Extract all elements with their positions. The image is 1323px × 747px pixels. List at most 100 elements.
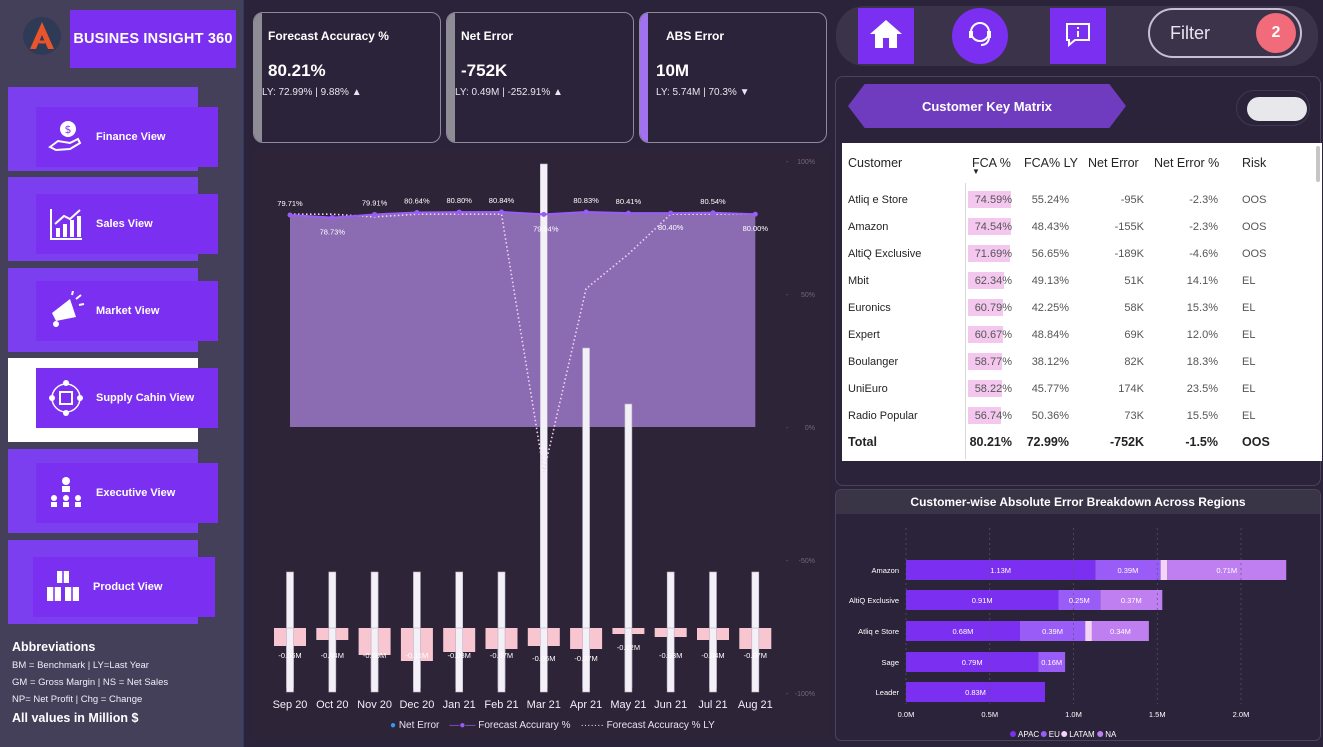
right-axis-tick: 0% xyxy=(805,425,815,432)
monthly-error-accuracy-chart: 100% -50% -0% - -50% - -100% - -0.06M -0.04M -0.09… xyxy=(253,150,830,740)
support-button[interactable] xyxy=(952,8,1008,64)
cell-customer: Boulanger xyxy=(848,355,899,368)
y-axis-tick: Leader xyxy=(876,688,900,697)
cell-risk: EL xyxy=(1242,382,1256,395)
info-icon xyxy=(1063,19,1093,54)
cell-net-error: 174K xyxy=(1118,382,1144,395)
nav-item-market[interactable]: Market View xyxy=(36,281,218,341)
filter-button[interactable]: Filter 2 xyxy=(1148,8,1302,58)
column-header-customer[interactable]: Customer xyxy=(848,156,902,170)
table-row[interactable]: UniEuro 58.22% 45.77% 174K 23.5% EL xyxy=(842,375,1312,402)
table-scrollbar[interactable] xyxy=(1316,146,1320,182)
cell-fca: 58.77% xyxy=(974,355,1012,368)
legend-item-net-error[interactable]: ● Net Error xyxy=(390,720,439,731)
fca-point[interactable] xyxy=(499,209,504,215)
filter-count-badge: 2 xyxy=(1256,13,1296,53)
table-row[interactable]: Radio Popular 56.74% 50.36% 73K 15.5% EL xyxy=(842,402,1312,429)
fca-point[interactable] xyxy=(668,210,674,216)
cell-fca: 62.34% xyxy=(974,274,1012,287)
cell-net-error: 82K xyxy=(1124,355,1144,368)
nav-item-finance[interactable]: $ Finance View xyxy=(36,107,218,167)
column-header-net-error[interactable]: Net Error xyxy=(1088,156,1139,170)
x-axis-tick: 2.0M xyxy=(1233,710,1250,719)
table-row[interactable]: Expert 60.67% 48.84% 69K 12.0% EL xyxy=(842,321,1312,348)
region-bar-label: 0.25M xyxy=(1069,596,1090,605)
net-error-label: -0.08M xyxy=(448,651,471,660)
sort-desc-icon[interactable]: ▼ xyxy=(972,167,980,176)
region-bar-label: 0.39M xyxy=(1042,627,1063,636)
legend-label[interactable]: APAC xyxy=(1018,730,1039,739)
kpi-value: -752K xyxy=(461,61,508,80)
legend-item-forecast-accuracy[interactable]: —●— Forecast Accurary % xyxy=(449,720,570,731)
column-header-net-error-pct[interactable]: Net Error % xyxy=(1154,156,1219,170)
fca-point[interactable] xyxy=(710,210,716,216)
table-row[interactable]: Euronics 60.79% 42.25% 58K 15.3% EL xyxy=(842,294,1312,321)
table-row[interactable]: Atliq e Store 74.59% 55.24% -95K -2.3% OOS xyxy=(842,186,1312,213)
nav-item-product[interactable]: Product View xyxy=(33,557,215,617)
legend-marker xyxy=(1061,731,1068,737)
column-header-risk[interactable]: Risk xyxy=(1242,156,1266,170)
table-row[interactable]: AltiQ Exclusive 71.69% 56.65% -189K -4.6% OOS xyxy=(842,240,1312,267)
x-axis-tick: Jun 21 xyxy=(654,699,687,711)
region-bar-segment[interactable] xyxy=(1085,621,1092,641)
cell-customer: Atliq e Store xyxy=(848,193,908,206)
cell-fca: 58.22% xyxy=(974,382,1012,395)
gridline-dot: - xyxy=(786,159,789,166)
abs-error-column-stem xyxy=(455,627,463,693)
cell-net-error-pct: 12.0% xyxy=(1186,328,1218,341)
legend-marker xyxy=(1010,731,1016,737)
table-row[interactable]: Amazon 74.54% 48.43% -155K -2.3% OOS xyxy=(842,213,1312,240)
fca-point[interactable] xyxy=(541,211,547,217)
x-axis-tick: Jan 21 xyxy=(443,699,476,711)
cell-risk: EL xyxy=(1242,301,1256,314)
fca-point[interactable] xyxy=(329,215,335,221)
fca-label: 79.71% xyxy=(277,199,303,208)
cell-fca-ly: 56.65% xyxy=(1031,247,1069,260)
fca-label: 79.94% xyxy=(533,224,559,233)
net-error-label: -0.06M xyxy=(278,651,301,660)
legend-label[interactable]: NA xyxy=(1105,730,1117,739)
fca-point[interactable] xyxy=(625,210,631,216)
kpi-card-net-error: Net Error -752K LY: 0.49M | -252.91% ▲ xyxy=(446,12,634,143)
right-axis-tick: 50% xyxy=(801,292,815,299)
legend-label[interactable]: LATAM xyxy=(1069,730,1095,739)
x-axis-tick: Apr 21 xyxy=(570,699,602,711)
fca-point[interactable] xyxy=(583,209,589,215)
kpi-value: 80.21% xyxy=(268,61,326,80)
legend-label[interactable]: EU xyxy=(1049,730,1060,739)
cell-customer: AltiQ Exclusive xyxy=(848,247,922,260)
legend-marker xyxy=(1040,731,1047,737)
nav-item-label: Supply Cahin View xyxy=(96,392,195,404)
cell-net-error: 69K xyxy=(1124,328,1144,341)
table-row[interactable]: Mbit 62.34% 49.13% 51K 14.1% EL xyxy=(842,267,1312,294)
legend-label: Net Error xyxy=(398,720,440,731)
toggle-knob[interactable] xyxy=(1247,97,1307,121)
net-error-label: -0.06M xyxy=(532,654,555,663)
column-header-fca-ly[interactable]: FCA% LY xyxy=(1024,156,1078,170)
nav-item-supply-chain[interactable]: Supply Cahin View xyxy=(36,368,218,428)
fca-point[interactable] xyxy=(287,212,293,218)
nav-item-executive[interactable]: Executive View xyxy=(36,463,218,523)
cell-fca-ly: 50.36% xyxy=(1031,409,1069,422)
fca-point[interactable] xyxy=(414,209,420,215)
fca-point[interactable] xyxy=(752,211,758,217)
net-error-label: -0.07M xyxy=(574,654,597,663)
team-hierarchy-icon xyxy=(36,473,96,513)
table-row[interactable]: Boulanger 58.77% 38.12% 82K 18.3% EL xyxy=(842,348,1312,375)
legend-item-forecast-accuracy-ly[interactable]: ······· Forecast Accuracy % LY xyxy=(580,720,714,731)
region-bar-segment[interactable] xyxy=(1160,560,1168,580)
table-header-row: Customer FCA % ▼ FCA% LY Net Error Net E… xyxy=(842,149,1312,177)
cell-fca: 71.69% xyxy=(974,247,1012,260)
fca-point[interactable] xyxy=(372,211,378,217)
home-button[interactable] xyxy=(858,8,914,64)
view-toggle[interactable] xyxy=(1236,90,1310,126)
fca-point[interactable] xyxy=(456,209,462,215)
nav-item-sales[interactable]: Sales View xyxy=(36,194,218,254)
y-axis-tick: Amazon xyxy=(871,566,899,575)
info-button[interactable] xyxy=(1050,8,1106,64)
cell-fca-ly: 48.43% xyxy=(1031,220,1069,233)
abbreviation-line: NP= Net Profit | Chg = Change xyxy=(12,694,143,705)
supply-network-icon xyxy=(36,378,96,418)
cell-net-error-pct: 15.3% xyxy=(1186,301,1218,314)
abs-error-column[interactable] xyxy=(539,163,548,689)
